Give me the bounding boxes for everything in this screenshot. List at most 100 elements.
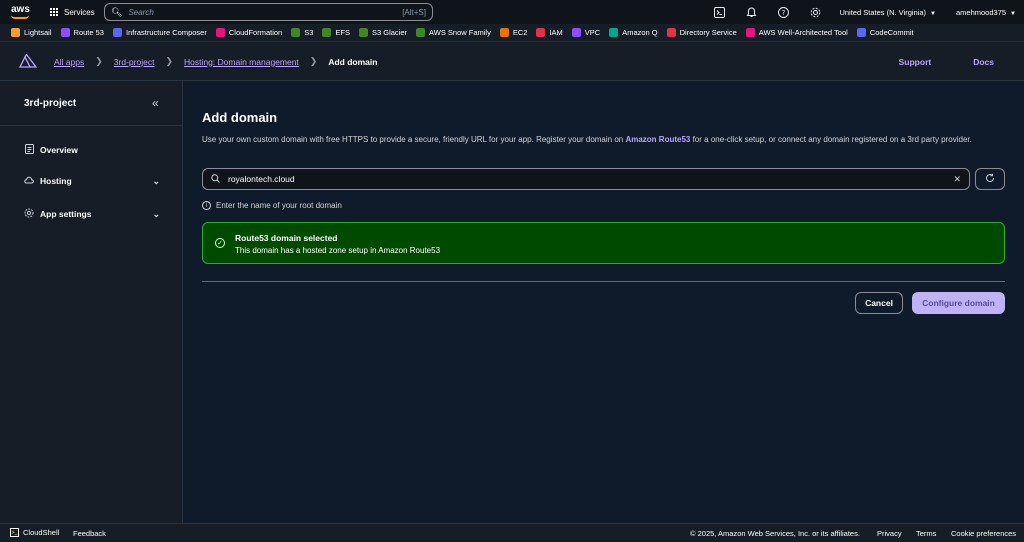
favorite-item[interactable]: AWS Snow Family <box>416 28 491 37</box>
domain-input[interactable] <box>228 174 954 184</box>
copyright-text: © 2025, Amazon Web Services, Inc. or its… <box>690 529 860 538</box>
page-title: Add domain <box>202 110 278 125</box>
aws-logo[interactable]: aws <box>8 3 34 21</box>
search-icon: 🔍︎ <box>111 6 123 17</box>
favorite-label: Infrastructure Composer <box>125 28 207 37</box>
description-text-end: for a one-click setup, or connect any do… <box>690 135 972 144</box>
settings-gear-icon[interactable] <box>809 6 821 18</box>
service-icon <box>322 28 332 37</box>
notifications-bell-icon[interactable] <box>745 6 757 18</box>
service-icon <box>416 28 426 37</box>
domain-search-field[interactable]: ✕ <box>202 168 970 190</box>
route53-link[interactable]: Amazon Route53 <box>625 135 690 144</box>
service-icon <box>745 28 755 37</box>
refresh-icon <box>985 173 995 186</box>
favorite-label: CodeCommit <box>869 28 914 37</box>
clear-icon[interactable]: ✕ <box>953 174 961 185</box>
header-links: Support Docs <box>857 42 994 81</box>
region-selector[interactable]: United States (N. Virginia) ▼ <box>839 8 936 17</box>
search-placeholder: Search <box>128 7 154 17</box>
global-search-input[interactable]: 🔍︎ Search [Alt+S] <box>104 3 433 21</box>
sidebar-item-overview[interactable]: Overview <box>24 144 160 156</box>
help-icon[interactable]: ? <box>777 6 789 18</box>
favorite-item[interactable]: Amazon Q <box>609 28 658 37</box>
user-name: amehmood375 <box>956 7 1007 17</box>
favorite-label: Amazon Q <box>622 28 658 37</box>
domain-hint: i Enter the name of your root domain <box>202 201 342 210</box>
breadcrumb-hosting[interactable]: Hosting: Domain management <box>184 57 299 67</box>
search-shortcut: [Alt+S] <box>402 7 426 17</box>
support-link[interactable]: Support <box>899 57 932 67</box>
favorite-label: VPC <box>584 28 601 37</box>
sidebar-item-app-settings[interactable]: App settings ⌄ <box>24 208 160 220</box>
favorite-item[interactable]: Directory Service <box>666 28 737 37</box>
favorite-label: Directory Service <box>679 28 737 37</box>
aws-logo-text: aws <box>11 4 30 15</box>
docs-link[interactable]: Docs <box>973 57 994 67</box>
breadcrumb: All apps ❯ 3rd-project ❯ Hosting: Domain… <box>54 42 377 81</box>
account-menu[interactable]: amehmood375 ▼ <box>956 8 1016 17</box>
favorite-label: EFS <box>335 28 350 37</box>
favorite-label: AWS Well-Architected Tool <box>758 28 848 37</box>
sidebar-item-hosting[interactable]: Hosting ⌄ <box>24 176 160 186</box>
amplify-logo-icon[interactable] <box>19 54 37 68</box>
document-icon <box>24 144 34 156</box>
favorite-label: Lightsail <box>24 28 52 37</box>
favorite-item[interactable]: AWS Well-Architected Tool <box>745 28 848 37</box>
favorite-item[interactable]: CodeCommit <box>856 28 914 37</box>
region-label: United States (N. Virginia) <box>839 7 927 17</box>
favorite-item[interactable]: S3 Glacier <box>359 28 407 37</box>
breadcrumb-all-apps[interactable]: All apps <box>54 57 84 67</box>
breadcrumb-current: Add domain <box>328 56 378 67</box>
hint-text: Enter the name of your root domain <box>216 201 342 210</box>
service-icon <box>11 28 20 37</box>
service-icon <box>359 28 368 37</box>
favorite-label: AWS Snow Family <box>429 28 491 37</box>
feedback-link[interactable]: Feedback <box>73 529 106 538</box>
favorite-label: S3 Glacier <box>372 28 408 37</box>
favorite-item[interactable]: VPC <box>571 28 601 37</box>
favorite-item[interactable]: CloudFormation <box>215 28 282 37</box>
aws-logo-smile <box>11 15 29 19</box>
collapse-sidebar-icon[interactable]: « <box>152 96 159 110</box>
cancel-button[interactable]: Cancel <box>855 292 903 314</box>
cloudshell-button[interactable]: >_ CloudShell <box>10 528 59 537</box>
refresh-button[interactable] <box>975 168 1005 190</box>
sidebar-title: 3rd-project <box>24 98 77 109</box>
chevron-down-icon: ⌄ <box>152 175 160 186</box>
service-icon <box>60 28 70 37</box>
breadcrumb-project[interactable]: 3rd-project <box>114 57 155 67</box>
favorite-item[interactable]: IAM <box>536 28 563 37</box>
service-icon <box>571 28 581 37</box>
terminal-icon: >_ <box>10 528 19 537</box>
cloudshell-icon[interactable] <box>713 6 725 18</box>
description-text: Use your own custom domain with free HTT… <box>202 135 626 144</box>
services-menu-button[interactable]: Services <box>50 7 95 17</box>
configure-domain-button[interactable]: Configure domain <box>912 292 1005 314</box>
favorite-label: IAM <box>549 28 563 37</box>
favorite-item[interactable]: EFS <box>322 28 350 37</box>
sidebar-divider <box>0 125 182 126</box>
favorite-item[interactable]: Route 53 <box>60 28 104 37</box>
cloud-icon <box>24 176 34 186</box>
favorite-item[interactable]: EC2 <box>499 28 528 37</box>
terms-link[interactable]: Terms <box>916 529 936 538</box>
favorite-item[interactable]: S3 <box>291 28 313 37</box>
favorite-item[interactable]: Lightsail <box>11 28 52 37</box>
service-icon <box>291 28 301 37</box>
service-icon <box>112 28 122 37</box>
favorite-label: EC2 <box>512 28 528 37</box>
favorite-item[interactable]: Infrastructure Composer <box>112 28 207 37</box>
favorites-bar: Lightsail Route 53 Infrastructure Composer… <box>0 24 1024 42</box>
chevron-right-icon: ❯ <box>95 56 103 66</box>
cookie-preferences-link[interactable]: Cookie preferences <box>951 529 1016 538</box>
main-content: Add domain Use your own custom domain wi… <box>183 81 1024 523</box>
sidebar-item-label: Hosting <box>40 176 72 186</box>
svg-text:?: ? <box>782 9 786 17</box>
privacy-link[interactable]: Privacy <box>877 529 902 538</box>
service-icon <box>536 28 546 37</box>
chevron-down-icon: ⌄ <box>152 208 160 219</box>
alert-title: Route53 domain selected <box>235 233 338 243</box>
sidebar: 3rd-project « Overview Hosting ⌄ App set… <box>0 81 183 523</box>
favorite-label: S3 <box>304 28 314 37</box>
